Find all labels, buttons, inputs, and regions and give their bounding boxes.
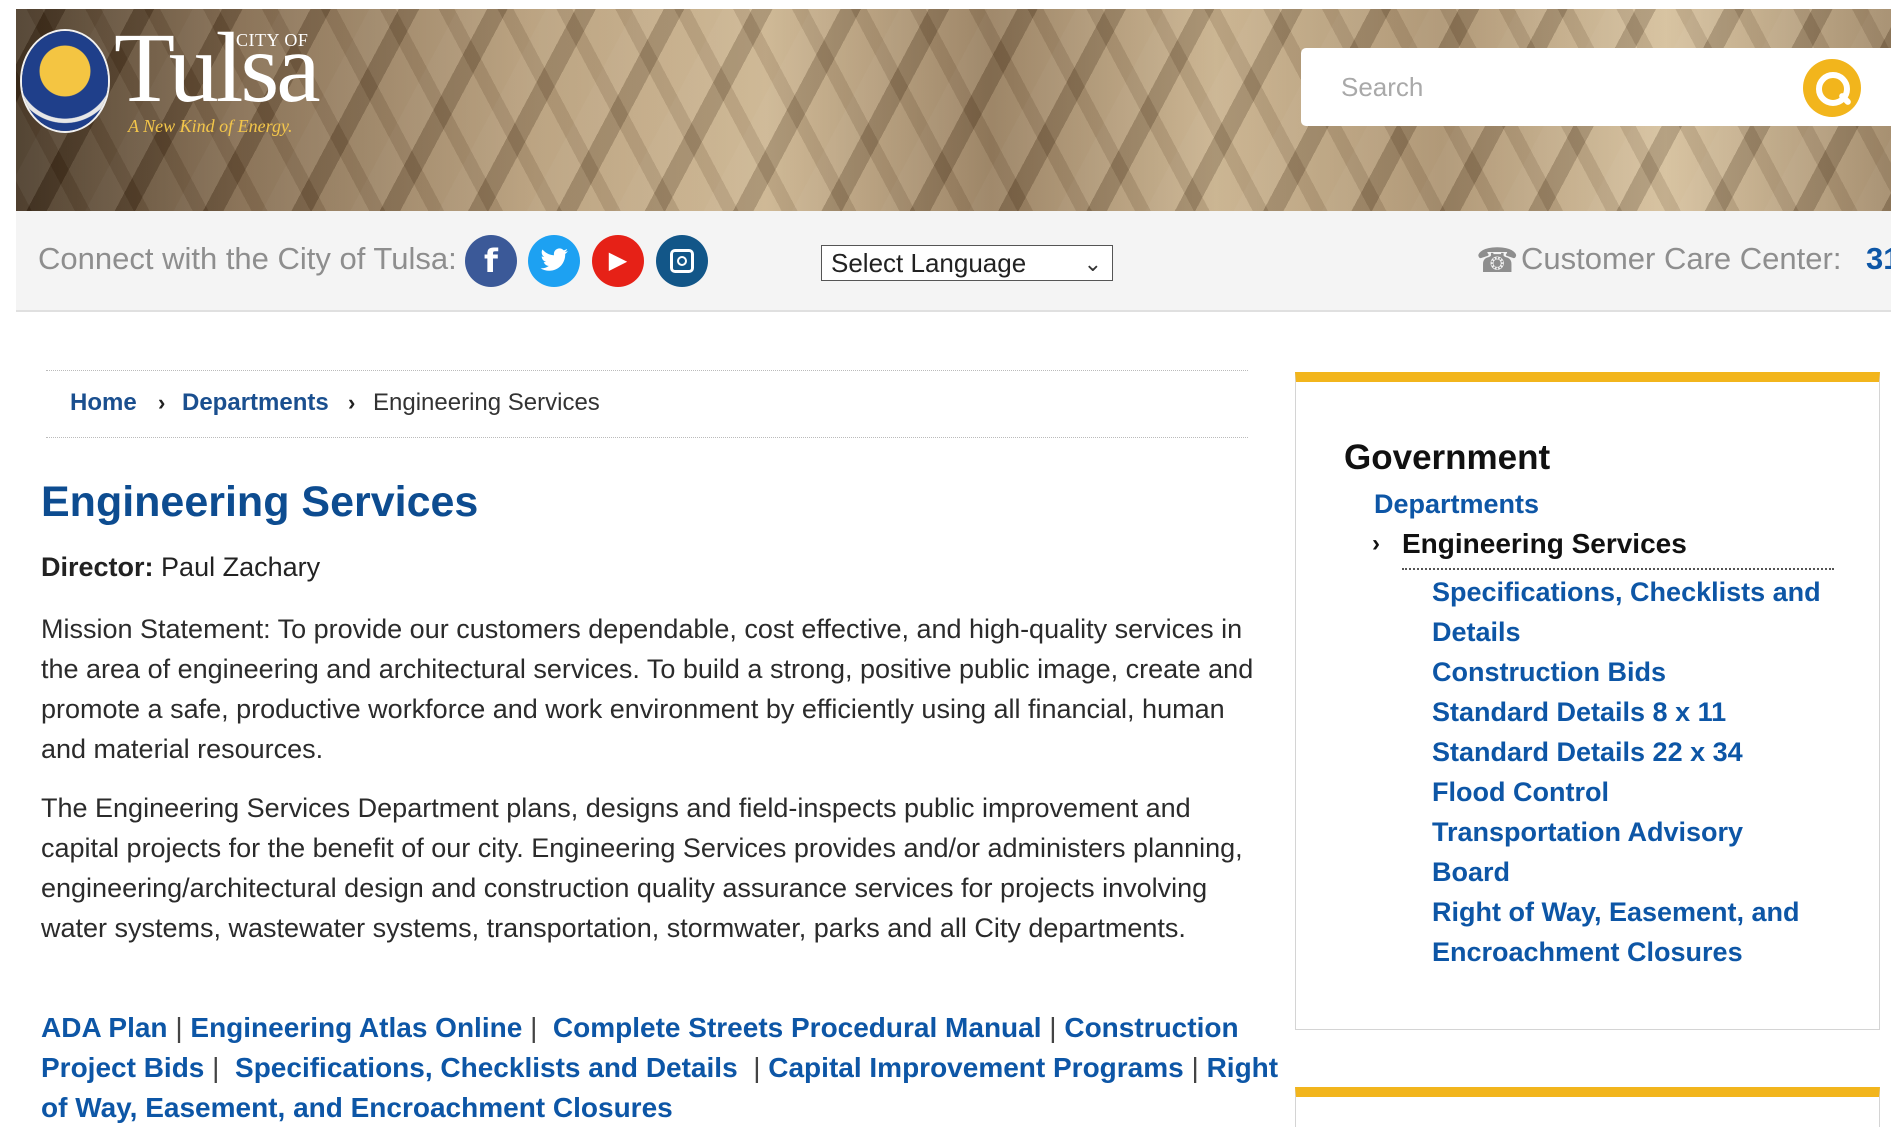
mission-statement: Mission Statement: To provide our custom… xyxy=(41,614,1254,764)
logo-wordmark[interactable]: Tulsa xyxy=(114,18,321,118)
instagram-icon[interactable] xyxy=(656,235,708,287)
breadcrumb: Home › Departments › Engineering Service… xyxy=(46,370,1248,438)
chevron-right-icon: › xyxy=(1372,530,1380,557)
link-engineering-atlas[interactable]: Engineering Atlas Online xyxy=(190,1012,522,1043)
breadcrumb-departments[interactable]: Departments xyxy=(182,389,329,417)
sidebar-item-flood-control[interactable]: Flood Control xyxy=(1432,772,1852,812)
link-ada-plan[interactable]: ADA Plan xyxy=(41,1012,168,1043)
customer-care-label: Customer Care Center: xyxy=(1521,241,1842,276)
link-complete-streets[interactable]: Complete Streets Procedural Manual xyxy=(553,1012,1042,1043)
sidebar-nav: Government Departments › Engineering Ser… xyxy=(1295,372,1880,1030)
director-label: Director: xyxy=(41,552,154,582)
sidebar-item-current[interactable]: › Engineering Services xyxy=(1372,528,1834,570)
link-specifications[interactable]: Specifications, Checklists and Details xyxy=(235,1052,738,1083)
sidebar-item-standard-details-8x11[interactable]: Standard Details 8 x 11 xyxy=(1432,692,1852,732)
sidebar-item-transportation-advisory[interactable]: Transportation Advisory Board xyxy=(1432,812,1792,892)
sidebar-item-specifications[interactable]: Specifications, Checklists and Details xyxy=(1432,572,1852,652)
facebook-icon[interactable]: f xyxy=(465,235,517,287)
sidebar-item-label: Engineering Services xyxy=(1402,528,1687,559)
sidebar-secondary-panel xyxy=(1295,1087,1880,1127)
connect-bar: Connect with the City of Tulsa: f ▶ Sele… xyxy=(16,211,1891,312)
chevron-down-icon: ⌄ xyxy=(1083,251,1102,276)
twitter-icon[interactable] xyxy=(528,235,580,287)
phone-icon: ☎ xyxy=(1476,241,1519,281)
breadcrumb-home[interactable]: Home xyxy=(70,389,137,417)
youtube-icon[interactable]: ▶ xyxy=(592,235,644,287)
language-select[interactable]: Select Language ⌄ xyxy=(821,245,1113,281)
logo-tagline: A New Kind of Energy. xyxy=(128,116,293,136)
customer-care-number[interactable]: 311 xyxy=(1866,241,1891,277)
chevron-right-icon: › xyxy=(158,390,166,415)
breadcrumb-current: Engineering Services xyxy=(373,389,600,416)
sidebar-title: Government xyxy=(1344,438,1551,477)
sidebar-item-standard-details-22x34[interactable]: Standard Details 22 x 34 xyxy=(1432,732,1852,772)
page-title: Engineering Services xyxy=(41,478,479,526)
city-seal-logo[interactable] xyxy=(22,31,108,131)
search-input[interactable] xyxy=(1339,66,1763,108)
search-button[interactable] xyxy=(1803,59,1861,117)
sidebar-item-construction-bids[interactable]: Construction Bids xyxy=(1432,652,1852,692)
link-capital-improvement[interactable]: Capital Improvement Programs xyxy=(768,1052,1183,1083)
department-description: The Engineering Services Department plan… xyxy=(41,793,1243,943)
sidebar-item-departments[interactable]: Departments xyxy=(1374,489,1539,520)
sidebar-item-right-of-way[interactable]: Right of Way, Easement, and Encroachment… xyxy=(1432,892,1852,972)
director-name: Paul Zachary xyxy=(161,552,321,582)
language-select-value: Select Language xyxy=(831,248,1027,278)
chevron-right-icon: › xyxy=(348,390,356,415)
director-line: Director: Paul Zachary xyxy=(41,552,320,583)
connect-label: Connect with the City of Tulsa: xyxy=(38,241,457,276)
quick-links: ADA Plan | Engineering Atlas Online | Co… xyxy=(41,1012,1279,1123)
